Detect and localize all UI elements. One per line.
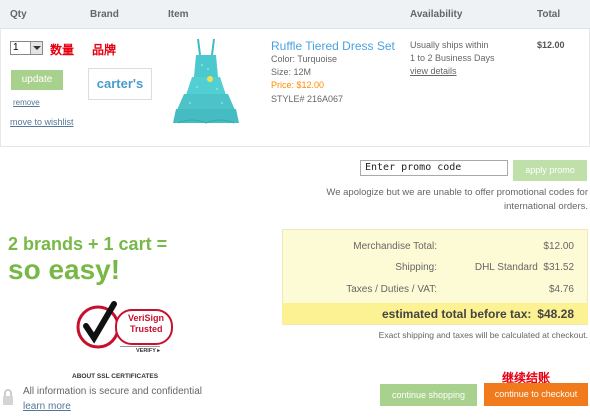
- verisign-brand-text: VeriSign: [128, 313, 165, 323]
- continue-shopping-button[interactable]: continue shopping: [380, 384, 477, 406]
- dress-image: [173, 38, 239, 124]
- continue-to-checkout-button[interactable]: continue to checkout: [484, 383, 588, 406]
- move-to-wishlist-link[interactable]: move to wishlist: [10, 117, 74, 127]
- taxes-value: $4.76: [548, 284, 574, 295]
- cart-table-header: [0, 0, 590, 29]
- product-color: Color: Turquoise: [271, 54, 338, 64]
- learn-more-link[interactable]: learn more: [23, 401, 71, 412]
- apply-promo-button[interactable]: apply promo: [513, 160, 587, 181]
- verisign-trusted-text: Trusted: [130, 324, 163, 334]
- column-header-brand: Brand: [90, 9, 119, 20]
- availability-line-1: Usually ships within: [410, 40, 489, 50]
- taxes-label: Taxes / Duties / VAT:: [346, 284, 437, 295]
- column-header-item: Item: [168, 9, 189, 20]
- checkout-calculation-note: Exact shipping and taxes will be calcula…: [378, 330, 588, 340]
- secure-info-text: All information is secure and confidenti…: [23, 386, 202, 397]
- column-header-qty: Qty: [10, 9, 27, 20]
- lock-icon: [2, 389, 14, 405]
- qty-chinese-label: 数量: [50, 43, 75, 57]
- update-button[interactable]: update: [11, 70, 63, 90]
- product-size: Size: 12M: [271, 67, 312, 77]
- shipping-label: Shipping:: [395, 262, 437, 273]
- promo-message-line-1: We apologize but we are unable to offer …: [326, 187, 588, 198]
- promo-message-line-2: international orders.: [504, 201, 588, 212]
- product-title-link[interactable]: Ruffle Tiered Dress Set: [271, 39, 395, 53]
- column-header-availability: Availability: [410, 9, 463, 20]
- brand-name: carter's: [96, 76, 144, 91]
- remove-link[interactable]: remove: [13, 98, 40, 107]
- product-style-number: STYLE# 216A067: [271, 94, 344, 104]
- slogan-line-2: so easy!: [8, 254, 121, 285]
- promo-unavailable-message: We apologize but we are unable to offer …: [300, 186, 588, 214]
- chevron-down-icon[interactable]: [30, 42, 42, 54]
- brand-chinese-label: 品牌: [92, 43, 117, 57]
- verisign-verify-text: VERIFY ▸: [136, 348, 161, 354]
- promo-code-input[interactable]: Enter promo code: [360, 160, 508, 176]
- product-price: Price: $12.00: [271, 80, 325, 90]
- about-ssl-certificates-link[interactable]: ABOUT SSL CERTIFICATES: [72, 373, 158, 380]
- estimated-total-label: estimated total before tax:: [382, 307, 532, 321]
- view-details-link[interactable]: view details: [410, 66, 457, 76]
- merchandise-total-value: $12.00: [543, 241, 574, 252]
- merchandise-total-label: Merchandise Total:: [353, 241, 437, 252]
- availability-line-2: 1 to 2 Business Days: [410, 53, 495, 63]
- quantity-select[interactable]: 1: [10, 41, 43, 55]
- verisign-trusted-seal[interactable]: VeriSign Trusted VERIFY ▸: [74, 296, 178, 358]
- shipping-value: DHL Standard $31.52: [474, 262, 574, 273]
- quantity-value: 1: [13, 42, 19, 53]
- estimated-total-value: $48.28: [537, 307, 574, 321]
- product-image[interactable]: [172, 37, 240, 127]
- line-item-total: $12.00: [537, 40, 565, 50]
- slogan-line-1: 2 brands + 1 cart =: [8, 234, 168, 254]
- column-header-total: Total: [537, 9, 561, 20]
- carters-brand-logo: carter's: [88, 68, 152, 100]
